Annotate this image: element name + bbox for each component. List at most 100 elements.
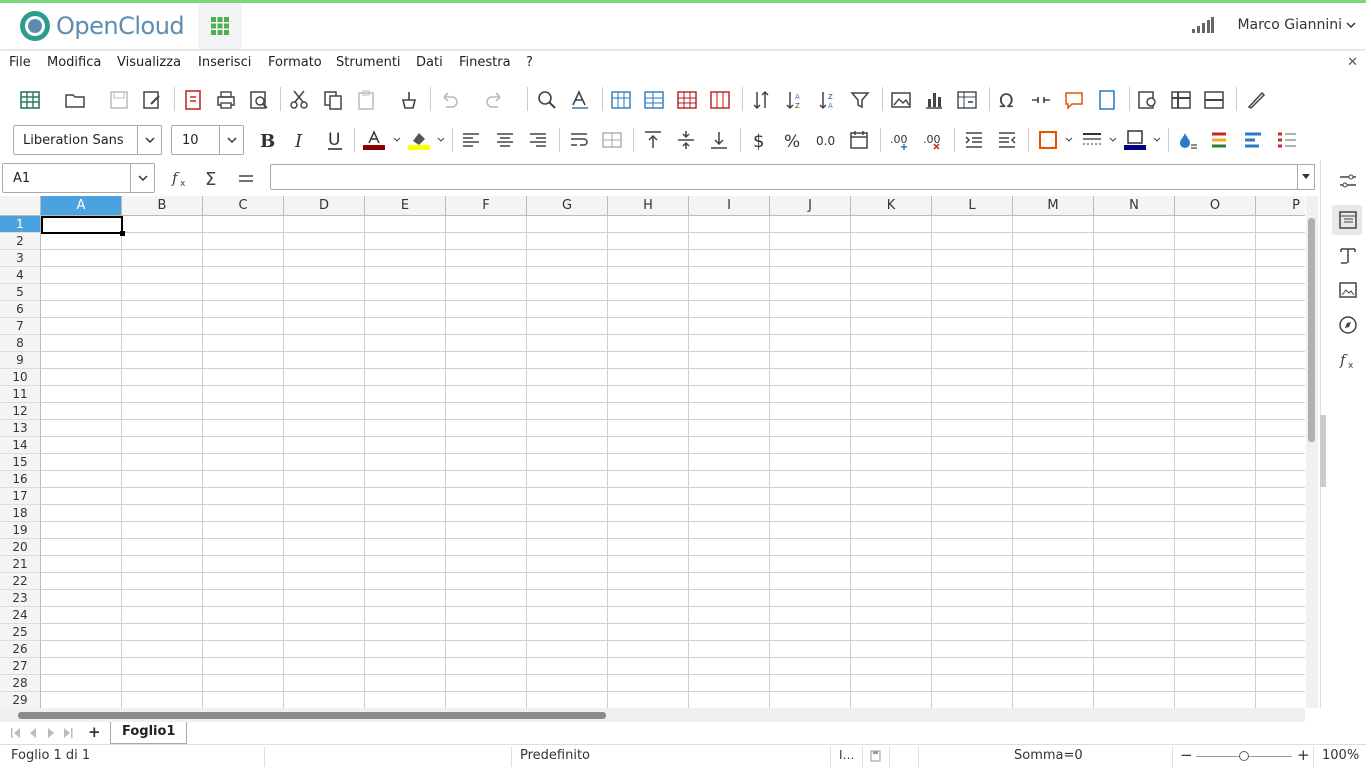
chevron-down-icon[interactable] (219, 126, 243, 154)
page-style[interactable]: Predefinito (520, 748, 590, 763)
row-header-9[interactable]: 9 (0, 352, 41, 369)
font-size-select[interactable]: 10 (171, 125, 244, 155)
row-header-16[interactable]: 16 (0, 471, 41, 488)
autofilter-icon[interactable] (849, 89, 871, 111)
navigator-icon[interactable] (1337, 314, 1359, 336)
column-header-g[interactable]: G (527, 196, 608, 216)
column-header-b[interactable]: B (122, 196, 203, 216)
column-header-m[interactable]: M (1013, 196, 1094, 216)
row-header-2[interactable]: 2 (0, 233, 41, 250)
row-header-8[interactable]: 8 (0, 335, 41, 352)
export-pdf-icon[interactable] (182, 89, 204, 111)
sort-icon[interactable] (750, 89, 772, 111)
decrease-indent-icon[interactable] (996, 129, 1018, 151)
currency-format-icon[interactable]: $ (749, 129, 771, 151)
sort-ascending-icon[interactable]: AZ (783, 89, 805, 111)
cells-area[interactable] (41, 216, 1305, 708)
underline-icon[interactable]: U (324, 129, 346, 151)
hyperlink-icon[interactable] (1030, 89, 1052, 111)
column-header-f[interactable]: F (446, 196, 527, 216)
gallery-icon[interactable] (1337, 279, 1359, 301)
formula-icon[interactable] (235, 167, 257, 189)
row-header-23[interactable]: 23 (0, 590, 41, 607)
freeze-panes-icon[interactable] (1170, 89, 1192, 111)
column-icon[interactable] (643, 89, 665, 111)
split-window-icon[interactable] (1203, 89, 1225, 111)
highlight-color-icon[interactable] (408, 129, 430, 151)
menu-visualizza[interactable]: Visualizza (117, 55, 181, 70)
app-switcher-button[interactable] (198, 3, 242, 49)
menu-inserisci[interactable]: Inserisci (198, 55, 251, 70)
redo-icon[interactable] (484, 89, 506, 111)
vertical-scroll-thumb[interactable] (1308, 218, 1315, 442)
align-top-icon[interactable] (642, 129, 664, 151)
font-name-select[interactable]: Liberation Sans (13, 125, 162, 155)
spreadsheet-grid[interactable]: ABCDEFGHIJKLMNOP 1 2 3 4 5 6 7 8 9 10 11 12 13 14 15 16… (0, 196, 1305, 708)
row-header-18[interactable]: 18 (0, 505, 41, 522)
column-header-o[interactable]: O (1175, 196, 1256, 216)
number-format-icon[interactable]: 0.0 (815, 129, 837, 151)
delete-columns-icon[interactable] (709, 89, 731, 111)
color-scale-icon[interactable] (1210, 129, 1232, 151)
cut-icon[interactable] (288, 89, 310, 111)
name-box[interactable]: A1 (2, 163, 155, 193)
column-header-i[interactable]: I (689, 196, 770, 216)
sheet-tab-foglio1[interactable]: Foglio1 (110, 722, 188, 744)
paste-icon[interactable] (355, 89, 377, 111)
find-replace-icon[interactable] (536, 89, 558, 111)
align-left-icon[interactable] (460, 129, 482, 151)
row-header-5[interactable]: 5 (0, 284, 41, 301)
row-header-26[interactable]: 26 (0, 641, 41, 658)
column-header-e[interactable]: E (365, 196, 446, 216)
chevron-down-icon[interactable] (1109, 137, 1117, 143)
add-decimal-icon[interactable]: .00 (889, 129, 911, 151)
chevron-down-icon[interactable] (137, 126, 161, 154)
comment-icon[interactable] (1063, 89, 1085, 111)
sheet-navigation-icons[interactable] (10, 727, 80, 739)
percent-format-icon[interactable]: % (782, 129, 804, 151)
row-header-12[interactable]: 12 (0, 403, 41, 420)
menu-dati[interactable]: Dati (416, 55, 443, 70)
menu-help[interactable]: ? (526, 55, 533, 70)
delete-rows-icon[interactable] (676, 89, 698, 111)
properties-icon[interactable] (1337, 209, 1359, 231)
date-format-icon[interactable] (848, 129, 870, 151)
row-header-3[interactable]: 3 (0, 250, 41, 267)
row-header-1[interactable]: 1 (0, 216, 41, 233)
define-print-area-icon[interactable] (1137, 89, 1159, 111)
undo-icon[interactable] (438, 89, 460, 111)
add-sheet-icon[interactable]: + (88, 723, 101, 741)
horizontal-scroll-thumb[interactable] (18, 712, 606, 719)
italic-icon[interactable]: I (290, 129, 312, 151)
row-header-19[interactable]: 19 (0, 522, 41, 539)
row-header-11[interactable]: 11 (0, 386, 41, 403)
sort-descending-icon[interactable]: ZA (816, 89, 838, 111)
print-icon[interactable] (215, 89, 237, 111)
zoom-slider-handle[interactable] (1239, 751, 1249, 761)
row-header-24[interactable]: 24 (0, 607, 41, 624)
row-header-14[interactable]: 14 (0, 437, 41, 454)
row-header-10[interactable]: 10 (0, 369, 41, 386)
function-wizard-icon[interactable]: fx (170, 167, 192, 189)
zoom-in-icon[interactable]: + (1297, 746, 1310, 764)
row-header-15[interactable]: 15 (0, 454, 41, 471)
save-as-icon[interactable] (141, 89, 163, 111)
headers-footers-icon[interactable] (1096, 89, 1118, 111)
spelling-icon[interactable] (569, 89, 591, 111)
row-header-28[interactable]: 28 (0, 675, 41, 692)
zoom-level[interactable]: 100% (1322, 748, 1359, 763)
save-icon[interactable] (108, 89, 130, 111)
menu-file[interactable]: File (9, 55, 31, 70)
column-header-c[interactable]: C (203, 196, 284, 216)
remove-decimal-icon[interactable]: .00 (922, 129, 944, 151)
copy-icon[interactable] (322, 89, 344, 111)
special-character-icon[interactable]: Ω (997, 89, 1019, 111)
increase-indent-icon[interactable] (963, 129, 985, 151)
user-menu[interactable]: Marco Giannini (1237, 17, 1356, 33)
clone-formatting-icon[interactable] (398, 89, 420, 111)
expand-formula-button[interactable] (1297, 164, 1315, 190)
column-header-p[interactable]: P (1256, 196, 1305, 216)
align-center-icon[interactable] (494, 129, 516, 151)
merge-cells-icon[interactable] (601, 129, 623, 151)
vertical-scrollbar[interactable] (1306, 196, 1318, 708)
